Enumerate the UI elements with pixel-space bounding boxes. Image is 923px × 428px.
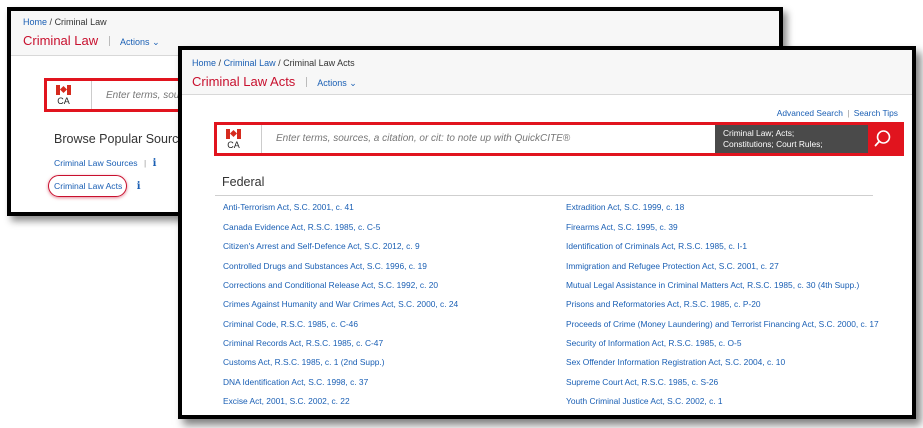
breadcrumb: Home / Criminal Law / Criminal Law Acts <box>192 58 355 68</box>
search-input[interactable]: Enter terms, sources, a citation, or cit… <box>276 133 570 144</box>
act-link[interactable]: Criminal Code, R.S.C. 1985, c. C-46 <box>223 319 358 329</box>
search-icon <box>874 130 891 147</box>
act-link[interactable]: Corrections and Conditional Release Act,… <box>223 280 438 290</box>
browse-heading: Browse Popular Source <box>54 132 186 146</box>
act-link[interactable]: Youth Criminal Justice Act, S.C. 2002, c… <box>566 396 723 406</box>
section-heading-federal: Federal <box>222 175 265 189</box>
info-icon[interactable]: i <box>153 158 157 169</box>
title-divider <box>108 35 110 46</box>
page-title: Criminal Law <box>23 33 99 48</box>
breadcrumb-separator: / <box>218 58 222 68</box>
search-input[interactable]: Enter terms, sou <box>106 90 179 101</box>
jurisdiction-selector[interactable]: CA <box>226 129 241 150</box>
criminal-law-acts-link[interactable]: Criminal Law Acts <box>54 181 122 191</box>
search-divider <box>261 125 262 153</box>
jurisdiction-code: CA <box>57 96 70 106</box>
filter-line-1: Criminal Law; Acts; <box>723 128 795 138</box>
act-link[interactable]: Firearms Act, S.C. 1995, c. 39 <box>566 222 678 232</box>
act-link[interactable]: Identification of Criminals Act, R.S.C. … <box>566 241 747 251</box>
act-link[interactable]: Anti-Terrorism Act, S.C. 2001, c. 41 <box>223 202 354 212</box>
chevron-down-icon: ⌄ <box>349 78 357 88</box>
act-link[interactable]: Customs Act, R.S.C. 1985, c. 1 (2nd Supp… <box>223 357 385 367</box>
act-link[interactable]: Canada Evidence Act, R.S.C. 1985, c. C-5 <box>223 222 380 232</box>
canada-flag-icon <box>56 85 71 95</box>
actions-menu[interactable]: Actions ⌄ <box>120 37 160 47</box>
chevron-down-icon: ⌄ <box>152 37 160 47</box>
breadcrumb-home[interactable]: Home <box>23 17 47 27</box>
criminal-law-acts-page-screenshot: Home / Criminal Law / Criminal Law Acts … <box>178 46 916 419</box>
info-icon[interactable]: i <box>137 181 141 192</box>
actions-menu[interactable]: Actions ⌄ <box>317 78 357 88</box>
breadcrumb-criminal-law[interactable]: Criminal Law <box>224 58 276 68</box>
act-link[interactable]: Controlled Drugs and Substances Act, S.C… <box>223 261 427 271</box>
jurisdiction-selector[interactable]: CA <box>56 85 71 106</box>
act-link[interactable]: Criminal Records Act, R.S.C. 1985, c. C-… <box>223 338 383 348</box>
act-link[interactable]: Crimes Against Humanity and War Crimes A… <box>223 299 458 309</box>
act-link[interactable]: Excise Act, 2001, S.C. 2002, c. 22 <box>223 396 350 406</box>
breadcrumb-current: Criminal Law <box>54 17 107 27</box>
breadcrumb-separator: / <box>278 58 281 68</box>
breadcrumb-home[interactable]: Home <box>192 58 216 68</box>
search-filter-chip[interactable]: Criminal Law; Acts; Constitutions; Court… <box>715 125 868 153</box>
act-link[interactable]: Prisons and Reformatories Act, R.S.C. 19… <box>566 299 761 309</box>
filter-line-2: Constitutions; Court Rules; <box>723 139 823 149</box>
breadcrumb-current: Criminal Law Acts <box>283 58 355 68</box>
act-link[interactable]: Extradition Act, S.C. 1999, c. 18 <box>566 202 684 212</box>
actions-label: Actions <box>317 78 347 88</box>
jurisdiction-code: CA <box>227 140 240 150</box>
actions-label: Actions <box>120 37 150 47</box>
page-title: Criminal Law Acts <box>192 74 296 89</box>
act-link[interactable]: Mutual Legal Assistance in Criminal Matt… <box>566 280 859 290</box>
act-link[interactable]: Proceeds of Crime (Money Laundering) and… <box>566 319 879 329</box>
search-divider <box>91 81 92 109</box>
act-link[interactable]: Citizen's Arrest and Self-Defence Act, S… <box>223 241 420 251</box>
criminal-law-sources-link[interactable]: Criminal Law Sources <box>54 158 138 168</box>
act-link[interactable]: Security of Information Act, R.S.C. 1985… <box>566 338 741 348</box>
act-link[interactable]: DNA Identification Act, S.C. 1998, c. 37 <box>223 377 368 387</box>
breadcrumb-separator: / <box>49 17 53 27</box>
search-tips-link[interactable]: Search Tips <box>854 108 898 118</box>
advanced-search-link[interactable]: Advanced Search <box>777 108 843 118</box>
canada-flag-icon <box>226 129 241 139</box>
link-separator: | <box>143 158 147 168</box>
page-header: Home / Criminal Law / Criminal Law Acts … <box>182 50 912 95</box>
act-link[interactable]: Immigration and Refugee Protection Act, … <box>566 261 779 271</box>
search-button[interactable] <box>868 125 901 153</box>
act-link[interactable]: Sex Offender Information Registration Ac… <box>566 357 785 367</box>
link-separator: | <box>847 108 850 118</box>
search-bar: CA Enter terms, sources, a citation, or … <box>214 122 904 156</box>
section-divider <box>215 195 873 196</box>
breadcrumb: Home / Criminal Law <box>23 17 107 27</box>
act-link[interactable]: Supreme Court Act, R.S.C. 1985, c. S-26 <box>566 377 718 387</box>
title-divider <box>305 76 307 87</box>
